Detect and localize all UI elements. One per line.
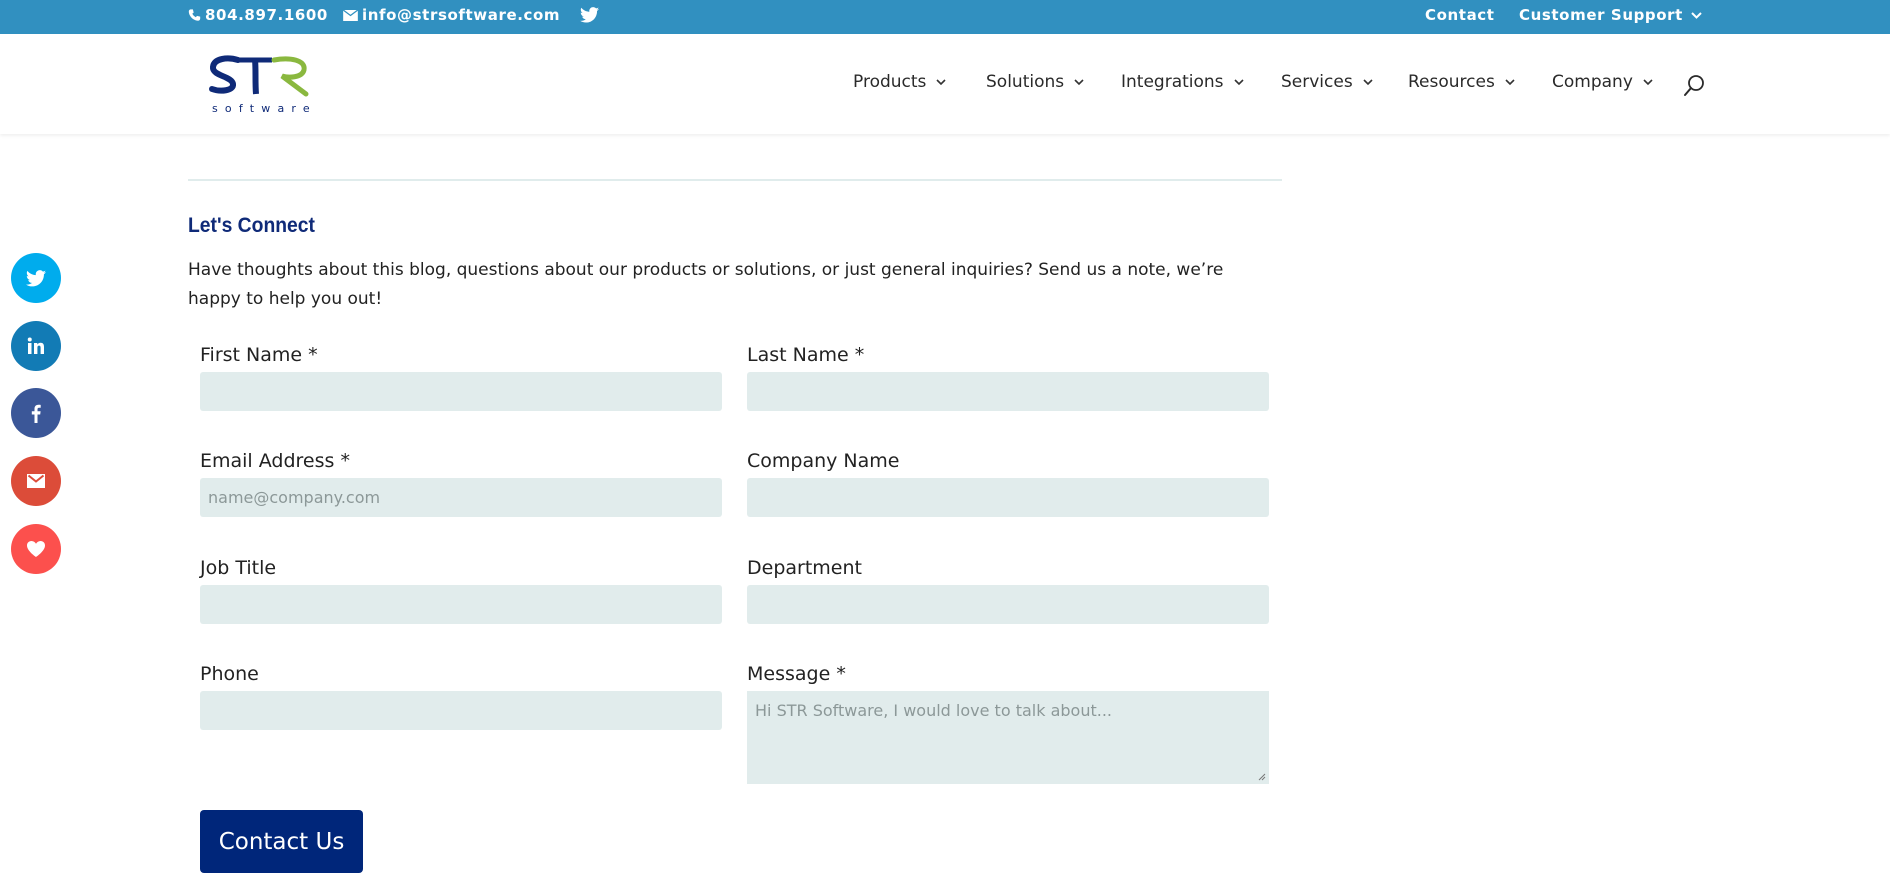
search-icon — [1682, 74, 1706, 98]
section-heading: Let's Connect — [188, 214, 315, 238]
email-link[interactable]: info@strsoftware.com — [343, 0, 560, 30]
chevron-down-icon — [1234, 79, 1244, 86]
resize-handle-icon[interactable] — [1257, 772, 1266, 781]
nav-resources[interactable]: Resources — [1408, 72, 1515, 92]
department-label: Department — [747, 557, 862, 579]
chevron-down-icon — [1691, 12, 1702, 19]
share-twitter-button[interactable] — [11, 253, 61, 303]
share-facebook-button[interactable] — [11, 388, 61, 438]
topbar-customer-support-label: Customer Support — [1519, 6, 1683, 24]
message-textarea[interactable]: Hi STR Software, I would love to talk ab… — [747, 691, 1269, 784]
phone-icon — [188, 8, 201, 22]
nav-integrations[interactable]: Integrations — [1121, 72, 1244, 92]
twitter-link[interactable] — [580, 0, 603, 30]
email-field[interactable]: name@company.com — [200, 478, 722, 517]
mail-icon — [343, 10, 358, 21]
search-button[interactable] — [1682, 74, 1706, 98]
nav-products[interactable]: Products — [853, 72, 946, 92]
nav-services-label: Services — [1281, 72, 1353, 92]
nav-services[interactable]: Services — [1281, 72, 1373, 92]
mail-icon — [27, 474, 45, 488]
section-intro: Have thoughts about this blog, questions… — [188, 256, 1288, 314]
phone-label: Phone — [200, 663, 259, 685]
nav-company-label: Company — [1552, 72, 1633, 92]
nav-integrations-label: Integrations — [1121, 72, 1224, 92]
company-name-field[interactable] — [747, 478, 1269, 517]
twitter-icon — [580, 7, 599, 23]
topbar-contact-link[interactable]: Contact — [1425, 0, 1495, 30]
share-linkedin-button[interactable] — [11, 321, 61, 371]
first-name-field[interactable] — [200, 372, 722, 411]
contact-us-button[interactable]: Contact Us — [200, 810, 363, 873]
chevron-down-icon — [1505, 79, 1515, 86]
phone-link[interactable]: 804.897.1600 — [188, 0, 328, 30]
message-label: Message * — [747, 663, 846, 685]
intro-line-1: Have thoughts about this blog, questions… — [188, 256, 1288, 285]
job-title-label: Job Title — [200, 557, 276, 579]
logo-mark: software — [208, 54, 314, 116]
facebook-icon — [31, 404, 41, 423]
share-email-button[interactable] — [11, 456, 61, 506]
chevron-down-icon — [1643, 79, 1653, 86]
job-title-field[interactable] — [200, 585, 722, 624]
topbar-contact-label: Contact — [1425, 6, 1495, 24]
nav-solutions[interactable]: Solutions — [986, 72, 1084, 92]
nav-resources-label: Resources — [1408, 72, 1495, 92]
first-name-label: First Name * — [200, 344, 318, 366]
topbar-customer-support-menu[interactable]: Customer Support — [1519, 0, 1706, 30]
email-label: Email Address * — [200, 450, 350, 472]
str-software-logo[interactable]: software — [208, 54, 314, 116]
nav-company[interactable]: Company — [1552, 72, 1653, 92]
email-address: info@strsoftware.com — [362, 6, 560, 24]
nav-solutions-label: Solutions — [986, 72, 1064, 92]
last-name-label: Last Name * — [747, 344, 864, 366]
main-header: software Products Solutions Integrations… — [0, 34, 1890, 134]
last-name-field[interactable] — [747, 372, 1269, 411]
share-favorite-button[interactable] — [11, 524, 61, 574]
heart-icon — [26, 540, 46, 558]
company-name-label: Company Name — [747, 450, 899, 472]
nav-products-label: Products — [853, 72, 926, 92]
logo-subtitle: software — [212, 102, 314, 115]
twitter-icon — [26, 270, 46, 287]
linkedin-icon — [27, 337, 45, 355]
top-bar: 804.897.1600 info@strsoftware.com Contac… — [0, 0, 1890, 34]
chevron-down-icon — [936, 79, 946, 86]
intro-line-2: happy to help you out! — [188, 285, 1288, 314]
department-field[interactable] — [747, 585, 1269, 624]
chevron-down-icon — [1363, 79, 1373, 86]
chevron-down-icon — [1074, 79, 1084, 86]
section-divider — [188, 179, 1282, 181]
phone-number: 804.897.1600 — [205, 6, 328, 24]
phone-field[interactable] — [200, 691, 722, 730]
